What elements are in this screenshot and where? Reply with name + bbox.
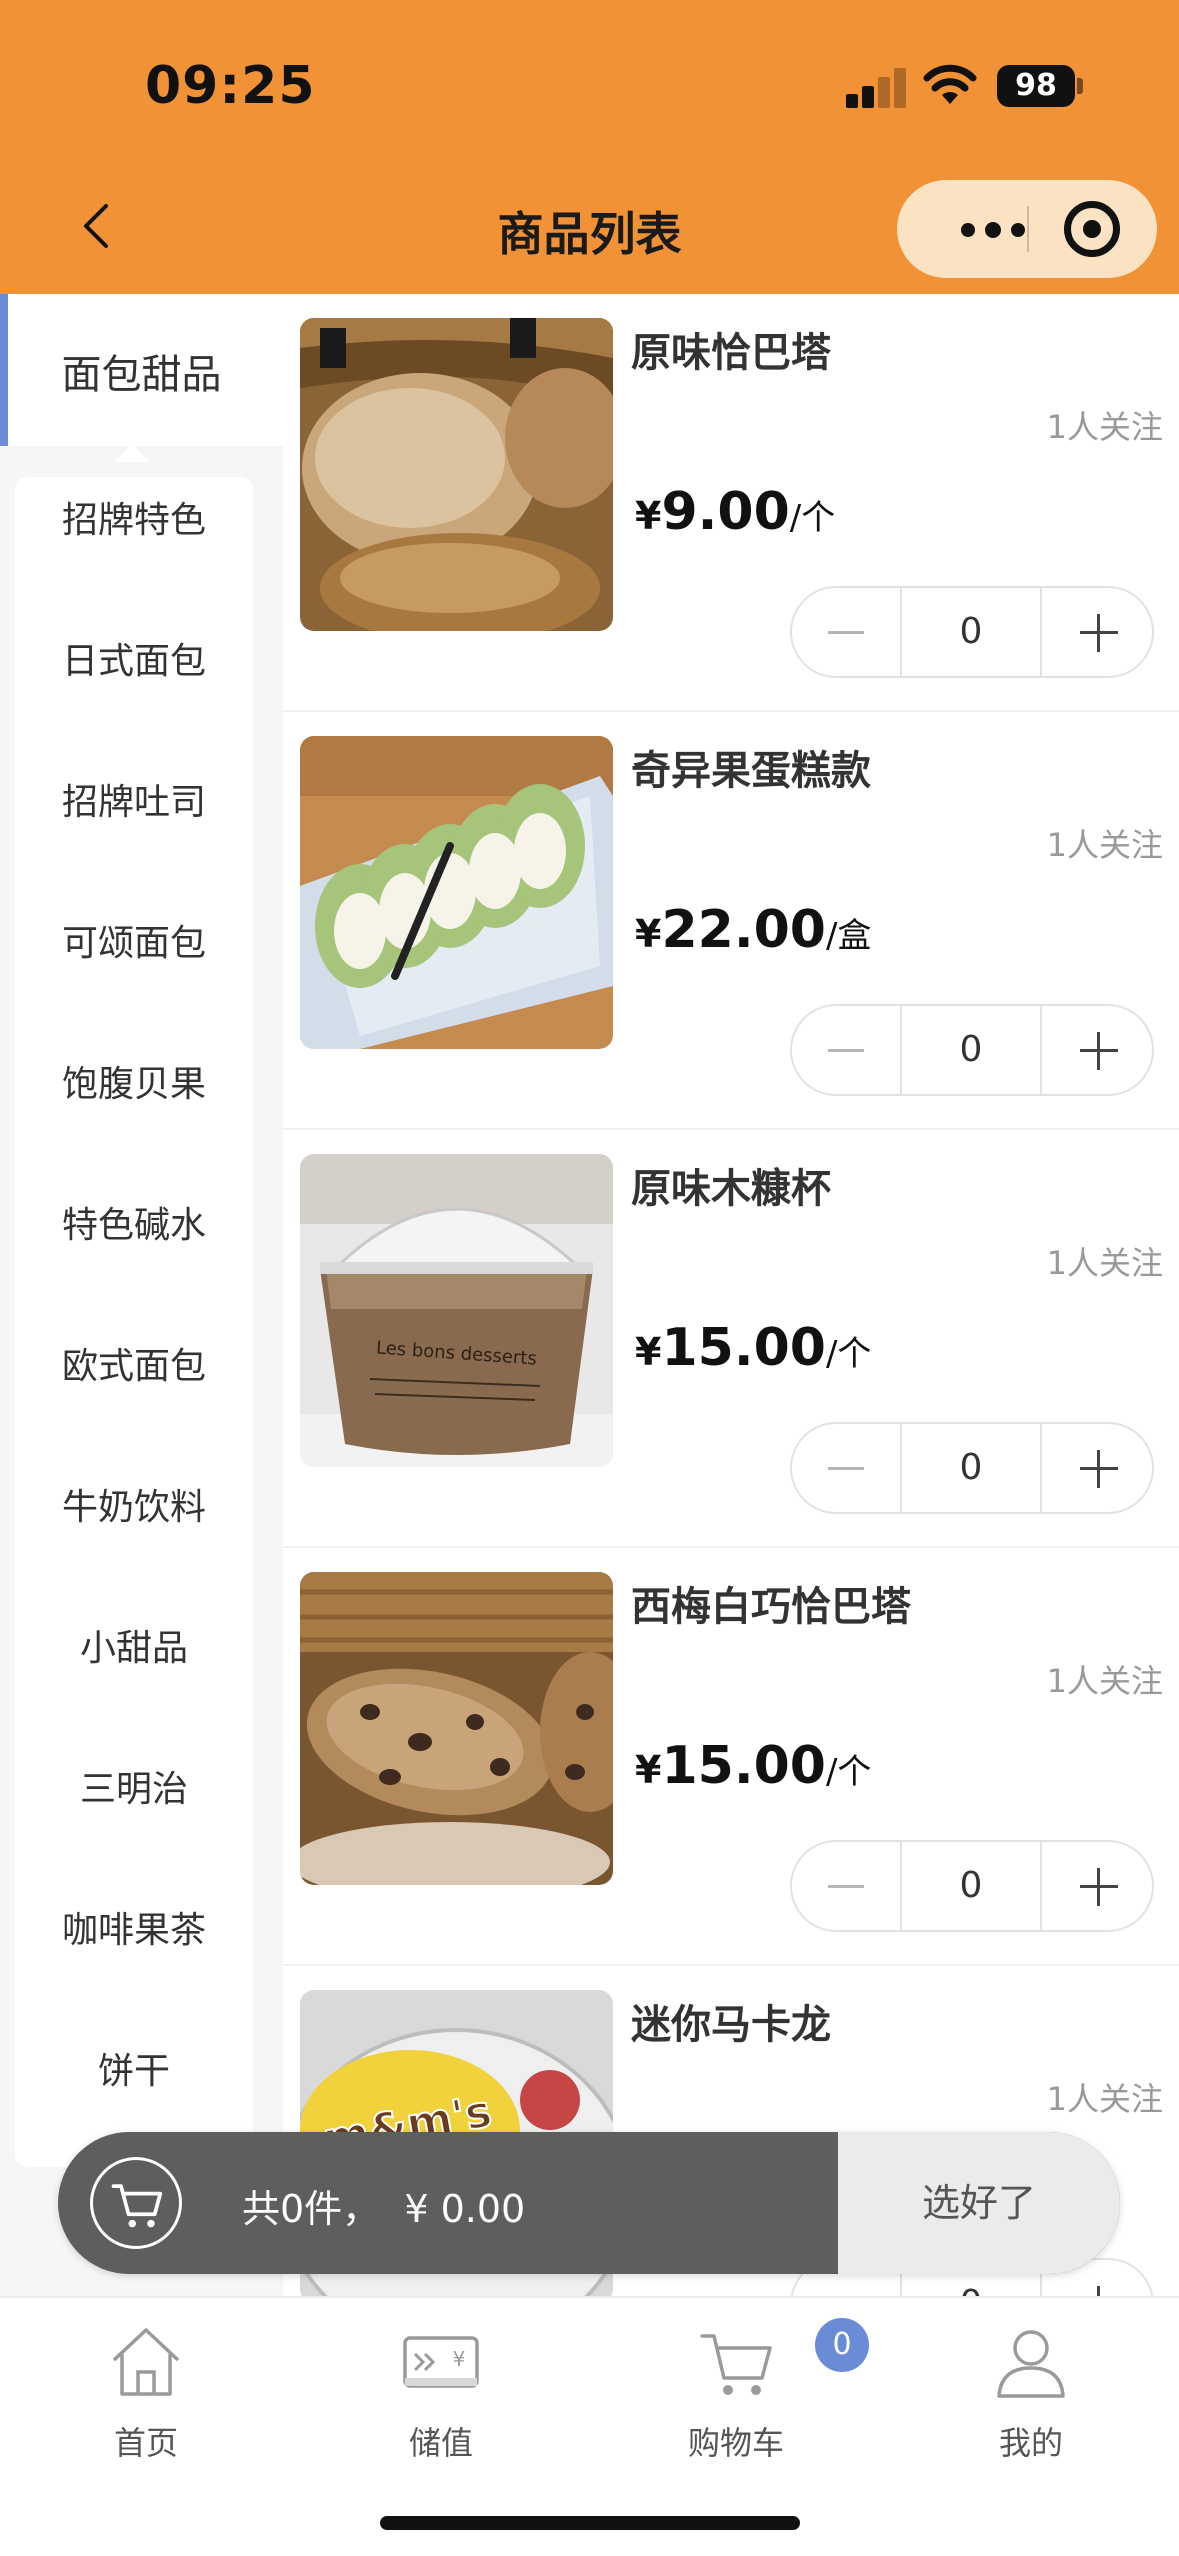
subcategory-list: 招牌特色 日式面包 招牌吐司 可颂面包 饱腹贝果 特色碱水 欧式面包 牛奶饮料 … <box>15 477 253 2167</box>
sidebar-item-active[interactable]: 面包甜品 <box>0 294 283 446</box>
product-price: ¥15.00/个 <box>635 1318 871 1378</box>
sidebar-item[interactable]: 招牌特色 <box>15 481 253 561</box>
sidebar-item[interactable]: 饱腹贝果 <box>15 1045 253 1125</box>
sidebar-item[interactable]: 欧式面包 <box>15 1327 253 1407</box>
price-value: 22.00 <box>661 900 826 960</box>
decrease-button[interactable] <box>792 1424 902 1512</box>
product-image[interactable] <box>300 318 613 631</box>
sidebar-item[interactable]: 三明治 <box>15 1750 253 1830</box>
increase-button[interactable] <box>1042 1006 1152 1094</box>
tab-label: 购物车 <box>687 2424 784 2462</box>
product-price: ¥9.00/个 <box>635 482 835 542</box>
currency-symbol: ¥ <box>635 1748 662 1792</box>
close-miniprogram-icon[interactable] <box>1064 201 1120 257</box>
currency-symbol: ¥ <box>635 912 662 956</box>
decrease-button[interactable] <box>792 588 902 676</box>
product-image[interactable] <box>300 736 613 1049</box>
cart-icon <box>111 2184 163 2228</box>
price-unit: /个 <box>789 498 836 538</box>
tab-mine[interactable]: 我的 <box>931 2312 1131 2462</box>
product-image[interactable]: Les bons desserts <box>300 1154 613 1467</box>
user-icon <box>997 2330 1065 2398</box>
quantity-stepper: 0 <box>790 1422 1154 1514</box>
product-name: 原味木糠杯 <box>631 1166 831 1212</box>
quantity-stepper: 0 <box>790 1840 1154 1932</box>
product-item[interactable]: Les bons desserts 原味木糠杯 1人关注 ¥15.00/个 0 <box>283 1130 1179 1548</box>
product-image[interactable] <box>300 1572 613 1885</box>
battery-tip <box>1077 78 1083 94</box>
capsule-divider <box>1027 206 1029 252</box>
cart-count-badge: 0 <box>815 2318 869 2372</box>
sidebar-item[interactable]: 饼干 <box>15 2032 253 2112</box>
increase-button[interactable] <box>1042 1842 1152 1930</box>
product-price: ¥22.00/盒 <box>635 900 871 960</box>
tab-cart[interactable]: 购物车 <box>636 2312 836 2462</box>
product-name: 迷你马卡龙 <box>631 2002 831 2048</box>
cart-summary-bar: 共0件， ¥ 0.00 选好了 <box>58 2132 1120 2274</box>
product-item[interactable]: 原味恰巴塔 1人关注 ¥9.00/个 0 <box>283 294 1179 712</box>
product-followers: 1人关注 <box>1046 826 1163 864</box>
product-followers: 1人关注 <box>1046 1662 1163 1700</box>
cart-total: 共0件， ¥ 0.00 <box>242 2187 526 2231</box>
home-icon <box>112 2328 180 2396</box>
cart-icon <box>700 2334 772 2395</box>
product-followers: 1人关注 <box>1046 1244 1163 1282</box>
currency-symbol: ¥ <box>635 494 662 538</box>
battery-icon: 98 <box>997 65 1075 107</box>
currency-symbol: ¥ <box>635 1330 662 1374</box>
sidebar-notch <box>114 444 150 462</box>
sidebar-item[interactable]: 可颂面包 <box>15 904 253 984</box>
quantity-value[interactable]: 0 <box>902 588 1040 676</box>
quantity-value[interactable]: 0 <box>902 1424 1040 1512</box>
stored-value-card-icon: ¥ <box>403 2336 479 2388</box>
product-item[interactable]: 西梅白巧恰巴塔 1人关注 ¥15.00/个 0 <box>283 1548 1179 1966</box>
checkout-button[interactable]: 选好了 <box>838 2132 1120 2274</box>
svg-text:¥: ¥ <box>453 2347 466 2371</box>
price-unit: /个 <box>825 1752 872 1792</box>
product-followers: 1人关注 <box>1046 2080 1163 2118</box>
tab-label: 首页 <box>113 2424 178 2462</box>
more-options-icon[interactable] <box>937 180 1047 278</box>
home-indicator <box>380 2516 800 2530</box>
increase-button[interactable] <box>1042 588 1152 676</box>
price-value: 15.00 <box>661 1318 826 1378</box>
wifi-icon <box>923 64 977 104</box>
mini-program-capsule <box>897 180 1157 278</box>
product-followers: 1人关注 <box>1046 408 1163 446</box>
top-header: 09:25 98 商品列表 <box>0 0 1179 294</box>
quantity-stepper: 0 <box>790 1004 1154 1096</box>
price-unit: /个 <box>825 1334 872 1374</box>
product-item[interactable]: 奇异果蛋糕款 1人关注 ¥22.00/盒 0 <box>283 712 1179 1130</box>
product-name: 奇异果蛋糕款 <box>631 748 871 794</box>
product-price: ¥15.00/个 <box>635 1736 871 1796</box>
sidebar-active-label: 面包甜品 <box>61 352 222 398</box>
sidebar-item[interactable]: 咖啡果茶 <box>15 1891 253 1971</box>
signal-icon <box>846 66 906 108</box>
sidebar-item[interactable]: 特色碱水 <box>15 1186 253 1266</box>
decrease-button[interactable] <box>792 1006 902 1094</box>
quantity-stepper: 0 <box>790 586 1154 678</box>
tab-stored-value[interactable]: ¥ 储值 <box>341 2312 541 2462</box>
quantity-value[interactable]: 0 <box>902 1842 1040 1930</box>
price-unit: /盒 <box>825 916 872 956</box>
increase-button[interactable] <box>1042 1424 1152 1512</box>
product-name: 西梅白巧恰巴塔 <box>631 1584 911 1630</box>
tab-label: 储值 <box>408 2424 473 2462</box>
tab-label: 我的 <box>998 2424 1063 2462</box>
cart-button[interactable] <box>90 2157 182 2249</box>
quantity-value[interactable]: 0 <box>902 1006 1040 1094</box>
price-value: 15.00 <box>661 1736 826 1796</box>
sidebar-item[interactable]: 牛奶饮料 <box>15 1468 253 1548</box>
sidebar-item[interactable]: 日式面包 <box>15 622 253 702</box>
tab-home[interactable]: 首页 <box>46 2312 246 2462</box>
decrease-button[interactable] <box>792 1842 902 1930</box>
price-value: 9.00 <box>661 482 790 542</box>
product-name: 原味恰巴塔 <box>631 330 831 376</box>
category-sidebar: 面包甜品 招牌特色 日式面包 招牌吐司 可颂面包 饱腹贝果 特色碱水 欧式面包 … <box>0 294 283 2296</box>
sidebar-item[interactable]: 小甜品 <box>15 1609 253 1689</box>
status-time: 09:25 <box>145 56 316 116</box>
sidebar-item[interactable]: 招牌吐司 <box>15 763 253 843</box>
